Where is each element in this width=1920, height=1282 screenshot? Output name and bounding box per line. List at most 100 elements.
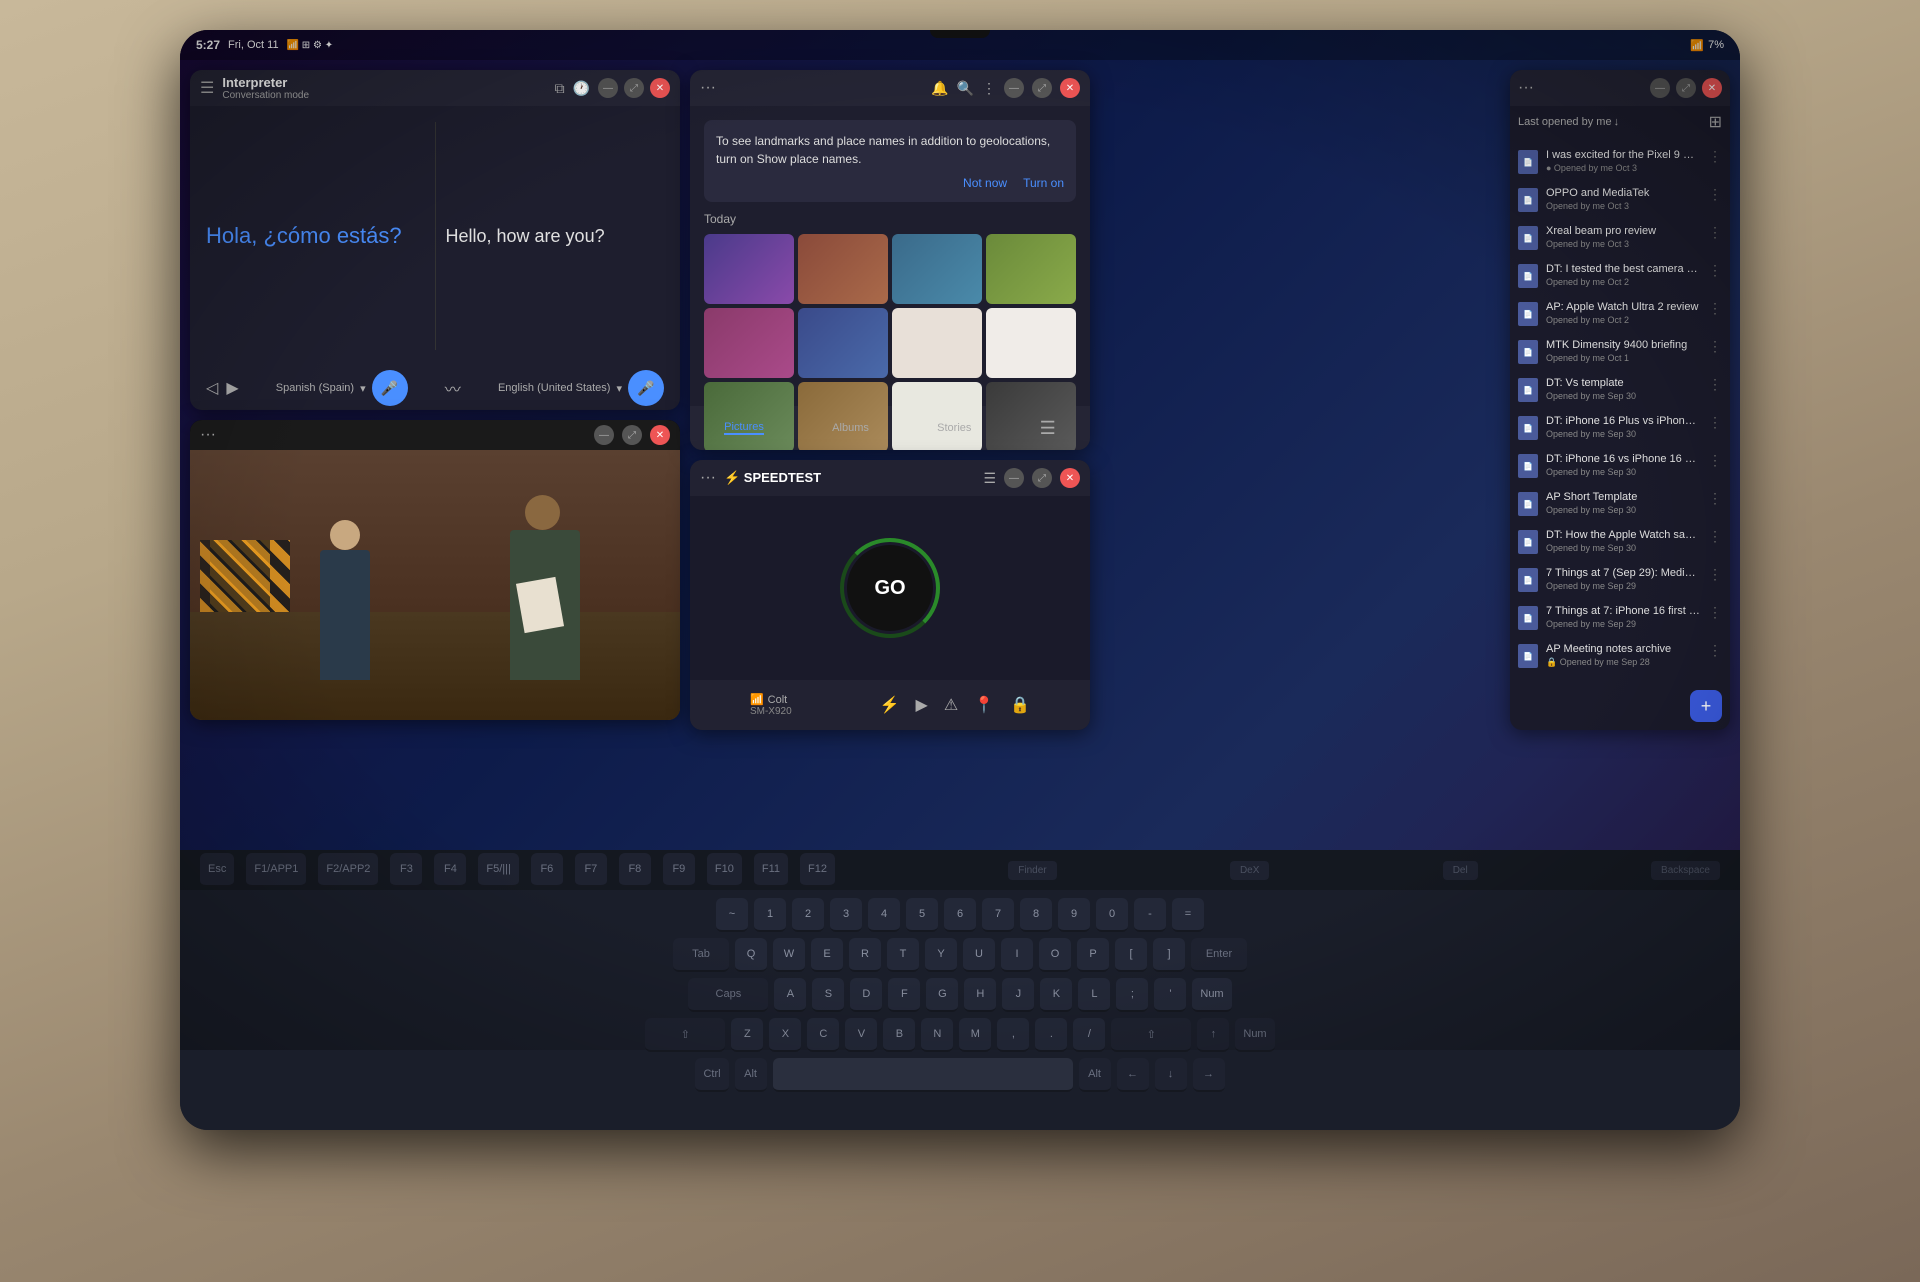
key-f8[interactable]: F8 <box>619 853 651 887</box>
photo-thumb-5[interactable] <box>704 308 794 378</box>
doc-more-button-6[interactable]: ⋮ <box>1708 376 1722 393</box>
key-f2[interactable]: F2/APP2 <box>318 853 378 887</box>
doc-more-button-10[interactable]: ⋮ <box>1708 528 1722 545</box>
speedtest-menu-dots[interactable]: ··· <box>700 469 716 487</box>
key-k[interactable]: K <box>1040 978 1072 1012</box>
key-0[interactable]: 0 <box>1096 898 1128 932</box>
video-menu-dots[interactable]: ··· <box>200 426 216 444</box>
key-f7[interactable]: F7 <box>575 853 607 887</box>
speedtest-play-icon[interactable]: ▶ <box>916 695 928 715</box>
photo-thumb-9[interactable] <box>704 382 794 450</box>
play-icon[interactable]: ▶ <box>226 378 238 398</box>
photo-thumb-11[interactable] <box>892 382 982 450</box>
key-enter[interactable]: Enter <box>1191 938 1247 972</box>
key-e[interactable]: E <box>811 938 843 972</box>
doc-more-button-8[interactable]: ⋮ <box>1708 452 1722 469</box>
doc-list-item-12[interactable]: 📄 7 Things at 7: iPhone 16 first impress… <box>1510 598 1730 636</box>
doc-more-button-5[interactable]: ⋮ <box>1708 338 1722 355</box>
key-f[interactable]: F <box>888 978 920 1012</box>
speedtest-close-button[interactable]: ✕ <box>1060 468 1080 488</box>
key-arrow-down[interactable]: ↓ <box>1155 1058 1187 1092</box>
maps-tab-stories[interactable]: Stories <box>937 422 971 434</box>
doc-list-item-8[interactable]: 📄 DT: iPhone 16 vs iPhone 16 Pro Opened … <box>1510 446 1730 484</box>
key-q[interactable]: Q <box>735 938 767 972</box>
doc-more-button-13[interactable]: ⋮ <box>1708 642 1722 659</box>
search-icon[interactable]: 🔍 <box>957 80 974 97</box>
key-backspace[interactable]: Backspace <box>1651 861 1720 880</box>
key-i[interactable]: I <box>1001 938 1033 972</box>
key-f12[interactable]: F12 <box>800 853 835 887</box>
doc-list-item-11[interactable]: 📄 7 Things at 7 (Sep 29): MediaTek's fir… <box>1510 560 1730 598</box>
speedtest-maximize-button[interactable]: ⤢ <box>1032 468 1052 488</box>
key-t[interactable]: T <box>887 938 919 972</box>
key-shift-right[interactable]: ⇧ <box>1111 1018 1191 1052</box>
key-rbracket[interactable]: ] <box>1153 938 1185 972</box>
key-r[interactable]: R <box>849 938 881 972</box>
right-mic-button[interactable]: 🎤 <box>628 370 664 406</box>
key-capslock[interactable]: Caps <box>688 978 768 1012</box>
key-alt-left[interactable]: Alt <box>735 1058 767 1092</box>
key-m[interactable]: M <box>959 1018 991 1052</box>
key-lbracket[interactable]: [ <box>1115 938 1147 972</box>
doc-more-button-9[interactable]: ⋮ <box>1708 490 1722 507</box>
key-f1[interactable]: F1/APP1 <box>246 853 306 887</box>
key-esc[interactable]: Esc <box>200 853 234 887</box>
key-h[interactable]: H <box>964 978 996 1012</box>
maps-overflow-menu[interactable]: ☰ <box>1040 418 1056 439</box>
photo-thumb-4[interactable] <box>986 234 1076 304</box>
left-mic-button[interactable]: 🎤 <box>372 370 408 406</box>
doc-list-item-4[interactable]: 📄 AP: Apple Watch Ultra 2 review Opened … <box>1510 294 1730 332</box>
key-j[interactable]: J <box>1002 978 1034 1012</box>
key-p[interactable]: P <box>1077 938 1109 972</box>
doc-list-item-0[interactable]: 📄 I was excited for the Pixel 9 Pro Fold… <box>1510 142 1730 180</box>
doc-list-item-6[interactable]: 📄 DT: Vs template Opened by me Sep 30 ⋮ <box>1510 370 1730 408</box>
maps-more-icon[interactable]: ⋮ <box>982 80 996 97</box>
key-b[interactable]: B <box>883 1018 915 1052</box>
key-d[interactable]: D <box>850 978 882 1012</box>
doc-list-item-7[interactable]: 📄 DT: iPhone 16 Plus vs iPhone 16 Pro Ma… <box>1510 408 1730 446</box>
maps-tab-pictures[interactable]: Pictures <box>724 421 764 435</box>
key-9[interactable]: 9 <box>1058 898 1090 932</box>
key-f3[interactable]: F3 <box>390 853 422 887</box>
key-ctrl[interactable]: Ctrl <box>695 1058 728 1092</box>
key-period[interactable]: . <box>1035 1018 1067 1052</box>
key-f11[interactable]: F11 <box>754 853 788 887</box>
key-num[interactable]: Num <box>1192 978 1231 1012</box>
key-g[interactable]: G <box>926 978 958 1012</box>
rewind-icon[interactable]: ◁ <box>206 378 218 398</box>
key-6[interactable]: 6 <box>944 898 976 932</box>
interpreter-close-button[interactable]: ✕ <box>650 78 670 98</box>
doc-list-item-3[interactable]: 📄 DT: I tested the best camera phones in… <box>1510 256 1730 294</box>
docs-close-button[interactable]: ✕ <box>1702 78 1722 98</box>
key-l[interactable]: L <box>1078 978 1110 1012</box>
doc-list-item-1[interactable]: 📄 OPPO and MediaTek Opened by me Oct 3 ⋮ <box>1510 180 1730 218</box>
maps-tab-albums[interactable]: Albums <box>832 422 869 434</box>
doc-more-button-2[interactable]: ⋮ <box>1708 224 1722 241</box>
docs-sort-label[interactable]: Last opened by me ↓ <box>1518 116 1619 128</box>
key-f10[interactable]: F10 <box>707 853 742 887</box>
key-n[interactable]: N <box>921 1018 953 1052</box>
key-tab[interactable]: Tab <box>673 938 729 972</box>
key-shift-left[interactable]: ⇧ <box>645 1018 725 1052</box>
key-tilde[interactable]: ~ <box>716 898 748 932</box>
key-5[interactable]: 5 <box>906 898 938 932</box>
key-dex[interactable]: DeX <box>1230 861 1269 880</box>
photo-thumb-10[interactable] <box>798 382 888 450</box>
speedtest-speed-icon[interactable]: ⚡ <box>880 695 900 715</box>
key-arrow-right[interactable]: → <box>1193 1058 1225 1092</box>
key-quote[interactable]: ' <box>1154 978 1186 1012</box>
video-minimize-button[interactable]: — <box>594 425 614 445</box>
doc-more-button-4[interactable]: ⋮ <box>1708 300 1722 317</box>
key-y[interactable]: Y <box>925 938 957 972</box>
hamburger-icon[interactable]: ☰ <box>200 78 214 98</box>
key-v[interactable]: V <box>845 1018 877 1052</box>
key-s[interactable]: S <box>812 978 844 1012</box>
doc-more-button-0[interactable]: ⋮ <box>1708 148 1722 165</box>
doc-list-item-2[interactable]: 📄 Xreal beam pro review Opened by me Oct… <box>1510 218 1730 256</box>
doc-more-button-11[interactable]: ⋮ <box>1708 566 1722 583</box>
key-u[interactable]: U <box>963 938 995 972</box>
photo-thumb-6[interactable] <box>798 308 888 378</box>
key-f5[interactable]: F5/||| <box>478 853 518 887</box>
key-x[interactable]: X <box>769 1018 801 1052</box>
key-c[interactable]: C <box>807 1018 839 1052</box>
